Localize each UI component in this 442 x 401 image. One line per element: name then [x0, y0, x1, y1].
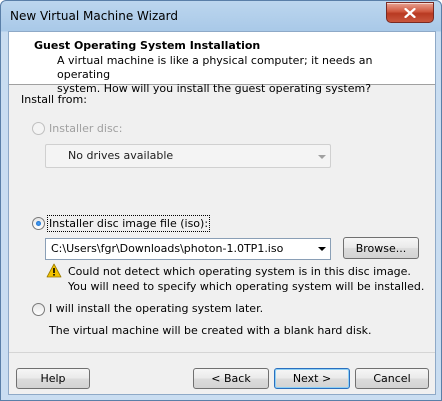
browse-button[interactable]: Browse...: [343, 237, 419, 259]
back-button[interactable]: < Back: [193, 368, 269, 389]
window-title: New Virtual Machine Wizard: [10, 9, 178, 23]
wizard-window: New Virtual Machine Wizard Guest Operati…: [0, 0, 442, 401]
chevron-down-icon: [318, 155, 326, 159]
install-later-radio[interactable]: [32, 303, 45, 316]
install-later-label[interactable]: I will install the operating system late…: [49, 302, 263, 315]
install-from-section: Install from: Installer disc: No drives …: [9, 84, 435, 342]
browse-button-label: Browse...: [355, 241, 407, 255]
title-bar[interactable]: New Virtual Machine Wizard: [1, 1, 441, 31]
warning-line-1: Could not detect which operating system …: [68, 265, 411, 278]
iso-path-combo[interactable]: C:\Users\fgr\Downloads\photon-1.0TP1.iso: [45, 238, 331, 260]
installer-disc-dropdown[interactable]: No drives available: [45, 144, 331, 168]
footer-divider: [9, 352, 435, 353]
help-button[interactable]: Help: [16, 368, 90, 389]
install-from-label: Install from:: [21, 93, 87, 106]
next-button[interactable]: Next >: [274, 368, 350, 389]
installer-disc-value: No drives available: [68, 149, 174, 162]
installer-disc-radio[interactable]: [32, 122, 45, 135]
next-button-label: Next >: [292, 372, 332, 385]
warning-line-2: You will need to specify which operating…: [68, 280, 425, 293]
close-icon: [404, 7, 416, 18]
wizard-header: Guest Operating System Installation A vi…: [9, 32, 435, 95]
back-button-label: < Back: [211, 372, 251, 385]
cancel-button[interactable]: Cancel: [355, 368, 429, 389]
close-button[interactable]: [386, 2, 434, 23]
help-button-label: Help: [40, 372, 66, 385]
iso-radio[interactable]: [32, 217, 45, 230]
subtitle-line-1: A virtual machine is like a physical com…: [57, 54, 373, 81]
iso-path-value: C:\Users\fgr\Downloads\photon-1.0TP1.iso: [51, 242, 284, 255]
warning-icon: [46, 263, 62, 281]
install-later-description: The virtual machine will be created with…: [49, 324, 372, 337]
page-title: Guest Operating System Installation: [34, 39, 261, 52]
iso-label[interactable]: Installer disc image file (iso):: [46, 215, 211, 232]
cancel-button-label: Cancel: [373, 372, 411, 385]
chevron-down-icon[interactable]: [318, 247, 326, 251]
dialog-body: Guest Operating System Installation A vi…: [8, 31, 436, 395]
installer-disc-label: Installer disc:: [49, 122, 123, 135]
